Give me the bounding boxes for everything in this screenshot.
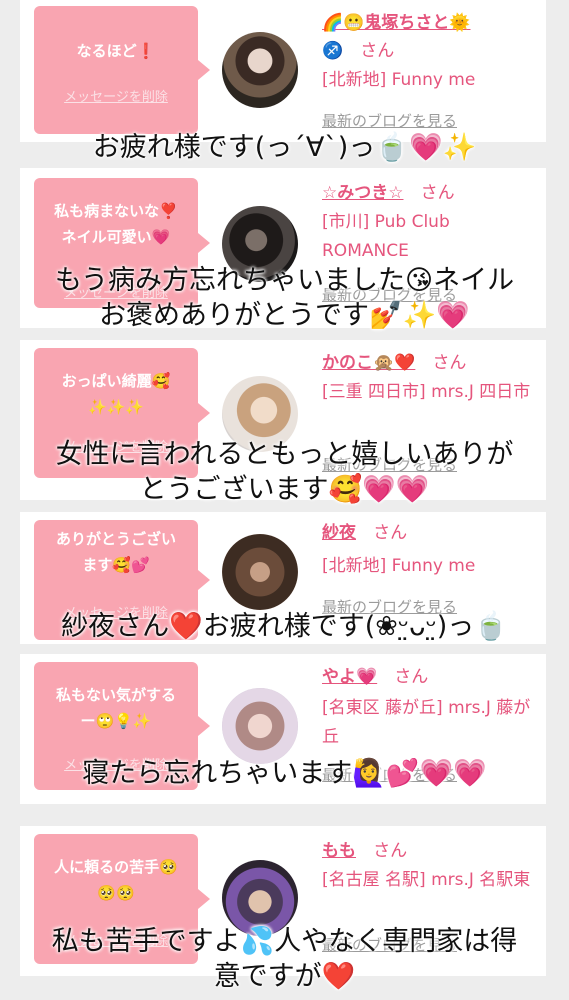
honorific-label: さん (394, 667, 429, 687)
shop-name: [北新地] Funny me (322, 70, 476, 90)
user-name[interactable]: ☆みつき☆ (322, 183, 403, 203)
latest-blog-link[interactable]: 最新のブログを見る (322, 110, 457, 131)
shop-name: [名古屋 名駅] mrs.J 名駅東 (322, 870, 531, 890)
shop-name: [名東区 藤が丘] mrs.J 藤が丘 (322, 698, 531, 747)
honorific-label: さん (432, 353, 467, 373)
reply-text-overlay: もう病み方忘れちゃいました😘ネイル お褒めありがとうです💅✨💗 (54, 265, 515, 331)
user-name[interactable]: やよ💗 (322, 667, 377, 687)
user-name[interactable]: 紗夜 (322, 523, 356, 543)
message-card: なるほど❗️ メッセージを削除 🌈😬鬼塚ちさと🌞 ♐️ さん [北新地] Fun… (20, 0, 546, 142)
honorific-label: さん (373, 523, 408, 543)
message-bubble: なるほど❗️ メッセージを削除 (34, 6, 210, 134)
avatar[interactable] (222, 688, 298, 764)
user-name[interactable]: もも (322, 841, 356, 861)
honorific-label: さん (360, 41, 395, 61)
shop-name: [三重 四日市] mrs.J 四日市 (322, 382, 531, 402)
message-text: ありがとうござい ます🥰💕 (55, 530, 176, 574)
message-text: 人に頼るの苦手🥺 🥺🥺 (54, 858, 178, 902)
zodiac-icon: ♐️ (322, 41, 344, 61)
avatar[interactable] (222, 534, 298, 610)
reply-text-overlay: 女性に言われるともっと嬉しいありが とうございます🥰💗💗 (55, 439, 514, 505)
honorific-label: さん (373, 841, 408, 861)
reply-text-overlay: お疲れ様です(っ´∀`)っ🍵💗✨ (92, 132, 477, 163)
shop-name: [市川] Pub Club ROMANCE (322, 212, 450, 261)
avatar[interactable] (222, 32, 298, 108)
message-text: なるほど❗️ (76, 42, 156, 60)
message-text: おっぱい綺麗🥰 ✨✨✨ (61, 372, 171, 416)
delete-message-link[interactable]: メッセージを削除 (34, 86, 198, 105)
reply-text-overlay: 私も苦手ですよ💦人やなく専門家は得 意ですが❤️ (51, 926, 518, 992)
reply-text-overlay: 紗夜さん❤️お疲れ様です(❀ᵕ̤ᴗᵕ̤)っ🍵 (61, 611, 508, 642)
reply-text-overlay: 寝たら忘れちゃいます🙋‍♀️💕💗💗 (82, 758, 487, 789)
honorific-label: さん (420, 183, 455, 203)
shop-name: [北新地] Funny me (322, 556, 476, 576)
message-text: 私も病まないな❣️ ネイル可愛い💗 (54, 202, 178, 246)
message-text: 私もない気がする ー🙄💡✨ (55, 686, 176, 730)
user-name[interactable]: 🌈😬鬼塚ちさと🌞 (322, 13, 471, 33)
user-name[interactable]: かのこ🙊❤️ (322, 353, 415, 373)
